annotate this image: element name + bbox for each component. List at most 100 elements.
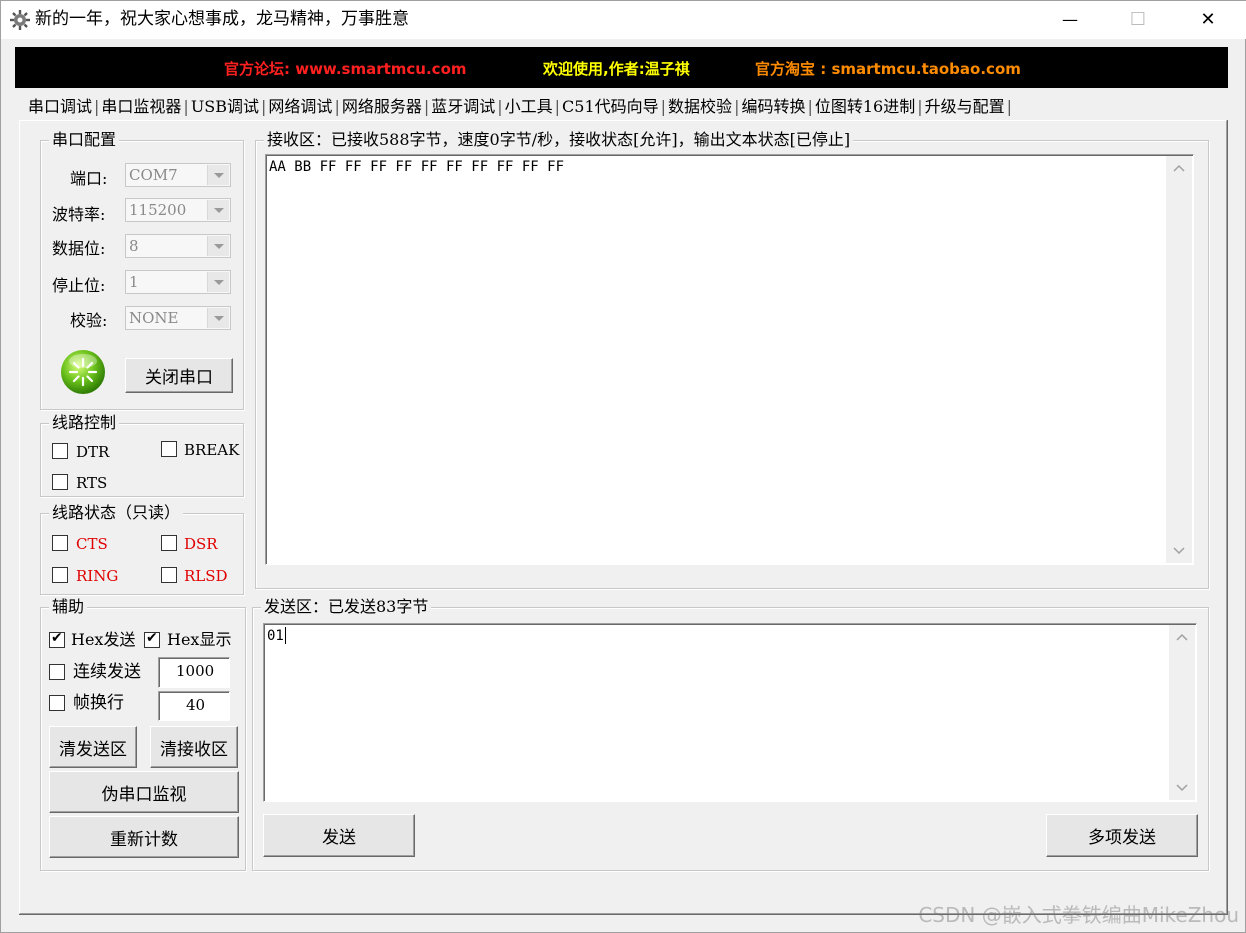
tab-separator: | — [334, 97, 340, 116]
tab-c51-wizard[interactable]: C51代码向导 — [561, 95, 660, 121]
receive-legend: 接收区：已接收588字节，速度0字节/秒，接收状态[允许]，输出文本状态[已停止… — [264, 130, 854, 150]
tab-separator: | — [183, 97, 189, 116]
tab-separator: | — [917, 97, 923, 116]
text-cursor — [285, 627, 286, 644]
port-label: 端口: — [70, 169, 108, 188]
minimize-icon: — — [1062, 9, 1078, 29]
serial-config-legend: 串口配置 — [49, 130, 120, 150]
rlsd-checkbox — [161, 567, 177, 583]
tab-separator: | — [94, 97, 100, 116]
minimize-button[interactable]: — — [1047, 1, 1093, 37]
ring-label: RING — [76, 567, 119, 585]
rts-checkbox[interactable] — [52, 474, 68, 490]
tab-tools[interactable]: 小工具 — [504, 95, 554, 121]
fake-monitor-button[interactable]: 伪串口监视 — [49, 771, 239, 813]
tab-checksum[interactable]: 数据校验 — [667, 95, 733, 121]
forum-link[interactable]: 官方论坛: www.smartmcu.com — [224, 58, 467, 79]
send-group: 发送区：已发送83字节 01 发送 多项发送 — [252, 597, 1209, 871]
shop-link[interactable]: 官方淘宝 : smartmcu.taobao.com — [755, 58, 1021, 79]
chevron-down-icon — [207, 272, 229, 292]
tab-separator: | — [807, 97, 813, 116]
chevron-up-icon[interactable] — [1173, 164, 1185, 172]
dtr-label: DTR — [76, 443, 110, 461]
stopbits-label: 停止位: — [52, 276, 106, 295]
tab-network-server[interactable]: 网络服务器 — [341, 95, 423, 121]
receive-textarea[interactable]: AA BB FF FF FF FF FF FF FF FF FF FF — [265, 154, 1194, 565]
dsr-label: DSR — [184, 535, 218, 553]
app-window: 新的一年，祝大家心想事成，龙马精神，万事胜意 — ☐ ✕ 官方论坛: www.s… — [0, 0, 1246, 933]
banner: 官方论坛: www.smartmcu.com 欢迎使用,作者:温子祺 官方淘宝 … — [15, 47, 1228, 88]
tab-serial-debug[interactable]: 串口调试 — [27, 95, 93, 121]
tab-separator: | — [423, 97, 430, 116]
receive-scrollbar[interactable] — [1166, 156, 1192, 563]
close-button[interactable]: ✕ — [1185, 1, 1231, 37]
tab-bluetooth-debug[interactable]: 蓝牙调试 — [430, 95, 496, 121]
continuous-send-label: 连续发送 — [73, 662, 141, 682]
cts-checkbox — [52, 535, 68, 551]
maximize-button[interactable]: ☐ — [1115, 1, 1161, 37]
tab-encoding[interactable]: 编码转换 — [740, 95, 806, 121]
frame-newline-checkbox[interactable] — [49, 695, 65, 711]
send-legend: 发送区：已发送83字节 — [261, 597, 432, 617]
maximize-icon: ☐ — [1129, 8, 1147, 30]
tab-separator: | — [660, 97, 667, 116]
stopbits-select[interactable]: 1 — [125, 270, 231, 294]
rts-label: RTS — [76, 474, 108, 492]
chevron-down-icon — [207, 200, 229, 220]
welcome-text: 欢迎使用,作者:温子祺 — [543, 60, 690, 78]
continuous-send-checkbox[interactable] — [49, 664, 65, 680]
port-value: COM7 — [129, 166, 178, 184]
receive-group: 接收区：已接收588字节，速度0字节/秒，接收状态[允许]，输出文本状态[已停止… — [255, 130, 1209, 589]
line-status-group: 线路状态（只读） CTS DSR RING RLSD — [40, 503, 244, 595]
continuous-interval-input[interactable]: 1000 — [158, 657, 230, 688]
ring-checkbox — [52, 567, 68, 583]
tab-separator: | — [1006, 97, 1013, 116]
parity-label: 校验: — [70, 311, 108, 330]
tab-network-debug[interactable]: 网络调试 — [267, 95, 333, 121]
port-select[interactable]: COM7 — [125, 163, 231, 187]
recount-button[interactable]: 重新计数 — [49, 816, 239, 858]
assist-group: 辅助 Hex发送 Hex显示 连续发送 1000 帧换行 40 清发送区 清接收… — [40, 597, 246, 871]
window-title: 新的一年，祝大家心想事成，龙马精神，万事胜意 — [35, 9, 409, 29]
watermark: CSDN @嵌入式拳铁编曲MikeZhou — [918, 903, 1239, 927]
clear-receive-button[interactable]: 清接收区 — [150, 726, 238, 768]
tab-separator: | — [734, 97, 740, 116]
send-content: 01 — [267, 628, 284, 644]
break-label: BREAK — [184, 441, 240, 459]
parity-select[interactable]: NONE — [125, 306, 231, 330]
clear-send-button[interactable]: 清发送区 — [49, 726, 137, 768]
gear-icon — [10, 10, 30, 30]
chevron-down-icon — [207, 165, 229, 185]
send-scrollbar[interactable] — [1169, 625, 1195, 800]
dsr-checkbox — [161, 535, 177, 551]
chevron-up-icon[interactable] — [1176, 633, 1188, 641]
parity-value: NONE — [129, 309, 179, 327]
break-checkbox[interactable] — [161, 441, 177, 457]
receive-content: AA BB FF FF FF FF FF FF FF FF FF FF — [269, 159, 565, 175]
port-status-icon — [61, 350, 105, 394]
dtr-checkbox[interactable] — [52, 443, 68, 459]
baud-select[interactable]: 115200 — [125, 198, 231, 222]
tab-usb-debug[interactable]: USB调试 — [190, 95, 260, 121]
hex-send-checkbox[interactable] — [49, 630, 65, 648]
send-button[interactable]: 发送 — [263, 814, 415, 857]
close-port-button[interactable]: 关闭串口 — [125, 358, 233, 393]
chevron-down-icon[interactable] — [1176, 784, 1188, 792]
tab-bitmap-hex[interactable]: 位图转16进制 — [814, 95, 916, 121]
baud-value: 115200 — [129, 201, 187, 219]
close-icon: ✕ — [1200, 8, 1216, 30]
databits-select[interactable]: 8 — [125, 234, 231, 258]
send-textarea[interactable]: 01 — [263, 623, 1197, 802]
tab-serial-monitor[interactable]: 串口监视器 — [100, 95, 182, 121]
title-bar: 新的一年，祝大家心想事成，龙马精神，万事胜意 — ☐ ✕ — [1, 1, 1246, 39]
multi-send-button[interactable]: 多项发送 — [1046, 814, 1198, 857]
hex-display-checkbox[interactable] — [144, 630, 160, 648]
hex-display-label: Hex显示 — [167, 630, 232, 649]
line-control-legend: 线路控制 — [49, 413, 120, 433]
tab-separator: | — [261, 97, 267, 116]
chevron-down-icon[interactable] — [1173, 547, 1185, 555]
tab-upgrade-config[interactable]: 升级与配置 — [924, 95, 1006, 121]
serial-config-group: 串口配置 端口: COM7 波特率: 115200 数据位: 8 停止位: 1 … — [40, 130, 244, 410]
cts-label: CTS — [76, 535, 108, 553]
frame-value-input[interactable]: 40 — [158, 691, 230, 721]
